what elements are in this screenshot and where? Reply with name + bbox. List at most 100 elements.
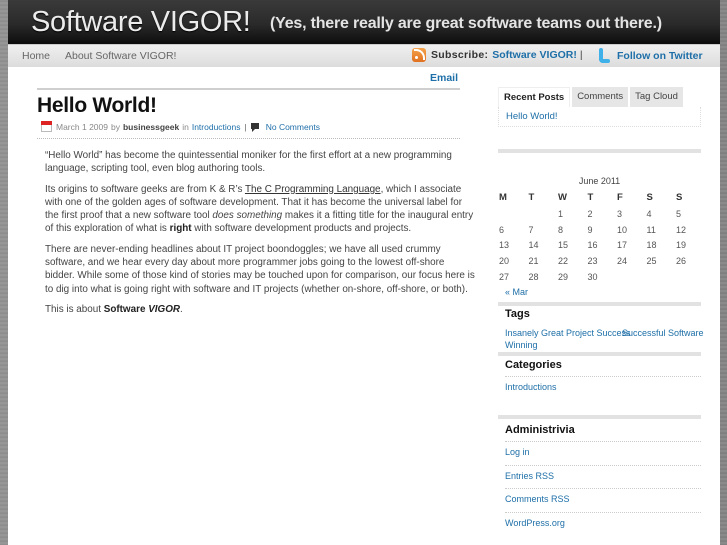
- calendar-day: 5: [676, 208, 682, 219]
- comments-link[interactable]: No Comments: [266, 122, 320, 132]
- widget-divider: [498, 352, 701, 356]
- entries-rss-link[interactable]: Entries RSS: [505, 471, 554, 481]
- calendar-day: 17: [617, 240, 628, 251]
- calendar-day: 1: [558, 208, 564, 219]
- calendar-day: 19: [676, 240, 687, 251]
- calendar-week: 6 7 8 9 10 11 12: [498, 222, 705, 238]
- calendar-day: 15: [558, 240, 569, 251]
- emphasis: does something: [212, 210, 283, 222]
- text: Software: [103, 303, 146, 315]
- post-meta: March 1 2009 by businessgeek in Introduc…: [41, 121, 320, 132]
- text: with software development products and p…: [191, 223, 412, 235]
- site-tagline: (Yes, there really are great software te…: [270, 15, 662, 32]
- text: Its origins to software geeks are from K…: [45, 183, 245, 195]
- site-header: Software VIGOR! (Yes, there really are g…: [8, 0, 720, 44]
- tab-recent-posts[interactable]: Recent Posts: [498, 87, 571, 107]
- page: Software VIGOR! (Yes, there really are g…: [8, 0, 720, 545]
- left-frame: [0, 0, 8, 545]
- divider: [505, 465, 701, 466]
- recent-posts-panel: Hello World!: [498, 107, 701, 127]
- calendar-day: 7: [528, 224, 534, 235]
- content-divider: [37, 88, 460, 90]
- tab-tag-cloud[interactable]: Tag Cloud: [630, 87, 683, 107]
- calendar-day: 27: [499, 272, 510, 283]
- calendar-prev-link[interactable]: « Mar: [505, 287, 528, 297]
- nav-home[interactable]: Home: [22, 50, 50, 62]
- calendar-day: 3: [617, 208, 623, 219]
- divider: [505, 441, 701, 442]
- strong: right: [169, 223, 192, 235]
- divider: [505, 376, 701, 377]
- calendar-day: 2: [587, 208, 593, 219]
- text: This is about: [45, 303, 104, 315]
- subscribe-label: Subscribe:: [431, 49, 489, 61]
- calendar-day: 10: [617, 224, 628, 235]
- meta-divider: [37, 138, 460, 139]
- calendar-day: 12: [676, 224, 687, 235]
- calendar-day: 28: [528, 272, 539, 283]
- text: .: [180, 303, 183, 315]
- separator: |: [579, 49, 583, 61]
- calendar-day: 22: [558, 256, 569, 267]
- calendar-day: 13: [499, 240, 510, 251]
- calendar-day: 4: [646, 208, 652, 219]
- rss-icon[interactable]: [412, 48, 426, 62]
- calendar-day: 18: [646, 240, 657, 251]
- calendar-day: 8: [558, 224, 564, 235]
- calendar-weekday: S: [646, 192, 653, 203]
- in-label: in: [182, 121, 189, 132]
- divider: [505, 488, 701, 489]
- subscribe-link[interactable]: Software VIGOR!: [492, 49, 577, 61]
- tag-link[interactable]: Winning: [505, 340, 538, 350]
- post-body: “Hello World” has become the quintessent…: [45, 149, 475, 323]
- calendar: MTWTFSS 1 2 3 4 5 6 7 8 9 10 11 12 13 14 15 16 17 18 19 20 2…: [498, 189, 705, 285]
- calendar-day: 20: [499, 256, 510, 267]
- post-title[interactable]: Hello World!: [37, 94, 157, 118]
- tag-link[interactable]: Insanely Great Project Success: [505, 328, 631, 338]
- right-scroll-frame: [720, 0, 727, 545]
- calendar-icon: [41, 121, 52, 132]
- calendar-day: 25: [646, 256, 657, 267]
- recent-post-link[interactable]: Hello World!: [506, 111, 558, 122]
- nav-bar: Home About Software VIGOR! Subscribe: So…: [8, 44, 720, 67]
- post-category-link[interactable]: Introductions: [192, 122, 241, 132]
- twitter-follow[interactable]: Follow on Twitter: [598, 48, 703, 63]
- by-label: by: [110, 121, 120, 132]
- calendar-day: 26: [676, 256, 687, 267]
- calendar-day: 11: [646, 224, 656, 235]
- categories-title: Categories: [505, 359, 562, 371]
- calendar-day: 29: [558, 272, 569, 283]
- nav-about[interactable]: About Software VIGOR!: [65, 50, 176, 62]
- login-link[interactable]: Log in: [505, 447, 530, 457]
- email-link[interactable]: Email: [430, 72, 458, 84]
- comments-rss-link[interactable]: Comments RSS: [505, 494, 570, 504]
- subscribe: Subscribe: Software VIGOR! |: [412, 48, 583, 62]
- calendar-day: 23: [587, 256, 598, 267]
- paragraph: “Hello World” has become the quintessent…: [45, 150, 452, 175]
- book-link[interactable]: The C Programming Language: [245, 184, 381, 195]
- calendar-day: 16: [587, 240, 598, 251]
- category-link[interactable]: Introductions: [505, 382, 557, 392]
- calendar-weekday: T: [528, 192, 535, 203]
- calendar-week: 27 28 29 30: [498, 269, 705, 285]
- calendar-day: 6: [499, 224, 505, 235]
- wordpress-link[interactable]: WordPress.org: [505, 518, 565, 528]
- calendar-weekday: F: [617, 192, 623, 203]
- twitter-icon: [598, 48, 610, 63]
- calendar-day: 24: [617, 256, 628, 267]
- post-date: March 1 2009: [56, 121, 108, 132]
- twitter-link[interactable]: Follow on Twitter: [617, 50, 703, 62]
- emphasis: VIGOR: [148, 303, 181, 315]
- comment-icon: [250, 122, 259, 132]
- widget-divider: [498, 149, 701, 153]
- calendar-empty-cell: [646, 269, 676, 285]
- tags-title: Tags: [505, 308, 530, 320]
- calendar-weekday: S: [676, 192, 683, 203]
- tab-comments[interactable]: Comments: [572, 87, 629, 107]
- calendar-week: 20 21 22 23 24 25 26: [498, 253, 705, 269]
- site-title[interactable]: Software VIGOR!: [31, 6, 251, 39]
- divider: [505, 512, 701, 513]
- calendar-day: 21: [528, 256, 539, 267]
- paragraph: There are never-ending headlines about I…: [45, 243, 475, 295]
- tag-link[interactable]: Successful Software: [622, 328, 704, 338]
